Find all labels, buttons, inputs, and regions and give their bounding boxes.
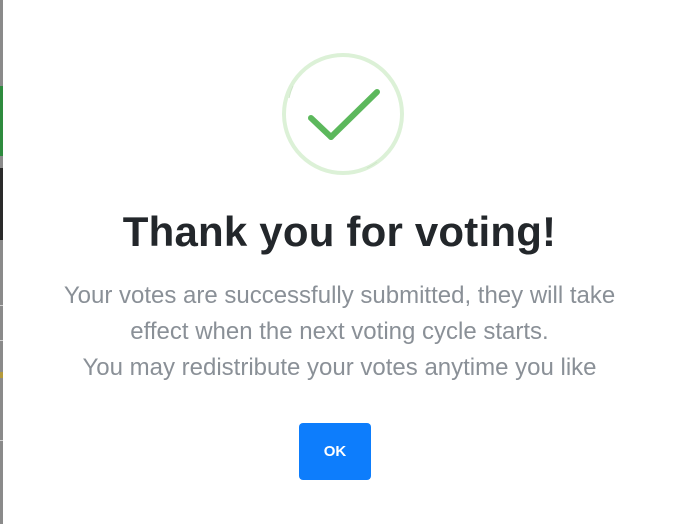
message-line: effect when the next voting cycle starts… (130, 318, 549, 345)
dialog-message: Your votes are successfully submitted, t… (3, 278, 676, 386)
screen: Thank you for voting! Your votes are suc… (0, 0, 676, 524)
success-dialog: Thank you for voting! Your votes are suc… (3, 0, 676, 524)
success-check-icon (282, 53, 404, 175)
ok-button[interactable]: OK (299, 423, 371, 480)
message-line: Your votes are successfully submitted, t… (63, 282, 616, 309)
dialog-title: Thank you for voting! (122, 208, 557, 255)
message-line: You may redistribute your votes anytime … (82, 354, 597, 381)
